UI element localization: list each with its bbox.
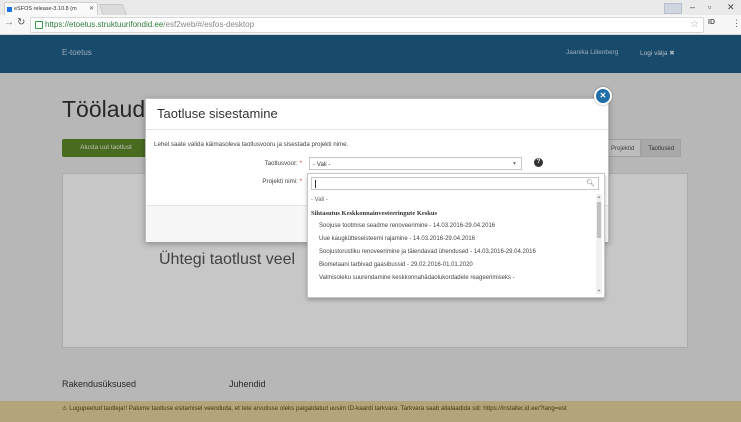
browser-tab[interactable]: eSFOS release-3.10.8 (m ✕ <box>4 2 98 15</box>
bookmark-star-icon[interactable]: ☆ <box>690 18 699 32</box>
dropdown-scrollbar[interactable]: ▲ ▼ <box>596 194 602 294</box>
project-name-label: Projekti nimi: * <box>262 178 302 185</box>
maximize-icon[interactable]: ▫ <box>708 2 711 12</box>
close-tab-icon[interactable]: ✕ <box>89 3 94 15</box>
lock-icon <box>35 21 43 29</box>
dropdown-option[interactable]: Valmisoleku suurendamine keskkonnahädaol… <box>311 272 593 285</box>
round-select[interactable]: - Vali - ▼ <box>309 157 522 170</box>
url-text: https://etoetus.struktuurifondid.ee/esf2… <box>45 20 255 29</box>
scroll-up-icon[interactable]: ▲ <box>596 194 602 200</box>
dropdown-search-input[interactable]: 🔍︎ <box>311 177 599 190</box>
scroll-down-icon[interactable]: ▼ <box>596 288 602 294</box>
modal-description: Lehel saate valida käimasoleva taotlusvo… <box>154 141 349 148</box>
dropdown-option[interactable]: Soojustorustiku renoveerimine ja täienda… <box>311 246 593 259</box>
chevron-down-icon: ▼ <box>512 161 517 167</box>
modal-header: Taotluse sisestamine <box>146 99 608 130</box>
close-icon[interactable]: ✕ <box>594 87 612 105</box>
help-icon[interactable]: ? <box>534 158 543 167</box>
reload-icon[interactable]: ↻ <box>17 17 25 28</box>
round-dropdown: 🔍︎ - Vali - Sihtasutus Keskkonnainvestee… <box>307 173 605 298</box>
dropdown-option[interactable]: Uue kaugkütteseisteemi rajamine - 14.03.… <box>311 233 593 246</box>
dropdown-option[interactable]: Biometaani tarbivad gaasibussid - 29.02.… <box>311 259 593 272</box>
address-bar-row: → ↻ https://etoetus.struktuurifondid.ee/… <box>0 15 741 35</box>
browser-menu-icon[interactable]: ⋮ <box>732 18 741 29</box>
id-extension-icon[interactable]: ID <box>708 19 715 26</box>
dropdown-option[interactable]: Soojuse tootmise seadme renoveerimine - … <box>311 220 593 233</box>
scrollbar-thumb[interactable] <box>597 202 601 238</box>
browser-tab-title: eSFOS release-3.10.8 (m <box>14 6 77 12</box>
dropdown-option-placeholder[interactable]: - Vali - <box>311 194 593 207</box>
profile-icon[interactable] <box>664 3 682 14</box>
search-icon: 🔍︎ <box>586 180 595 187</box>
round-select-value: - Vali - <box>313 161 331 168</box>
minimize-icon[interactable]: – <box>690 2 695 12</box>
favicon-icon <box>7 7 12 12</box>
modal-title: Taotluse sisestamine <box>157 106 278 121</box>
close-window-icon[interactable]: ✕ <box>727 2 735 13</box>
dropdown-options: - Vali - Sihtasutus Keskkonnainvesteerin… <box>311 194 593 294</box>
text-cursor <box>315 180 316 188</box>
back-icon[interactable]: → <box>4 17 14 28</box>
url-input[interactable]: https://etoetus.struktuurifondid.ee/esf2… <box>30 17 704 33</box>
dropdown-group-label: Sihtasutus Keskkonnainvesteeringute Kesk… <box>311 210 438 217</box>
round-label: Taotlusvoor: * <box>264 160 302 167</box>
browser-tab-bar: eSFOS release-3.10.8 (m ✕ – ▫ ✕ <box>0 0 741 16</box>
